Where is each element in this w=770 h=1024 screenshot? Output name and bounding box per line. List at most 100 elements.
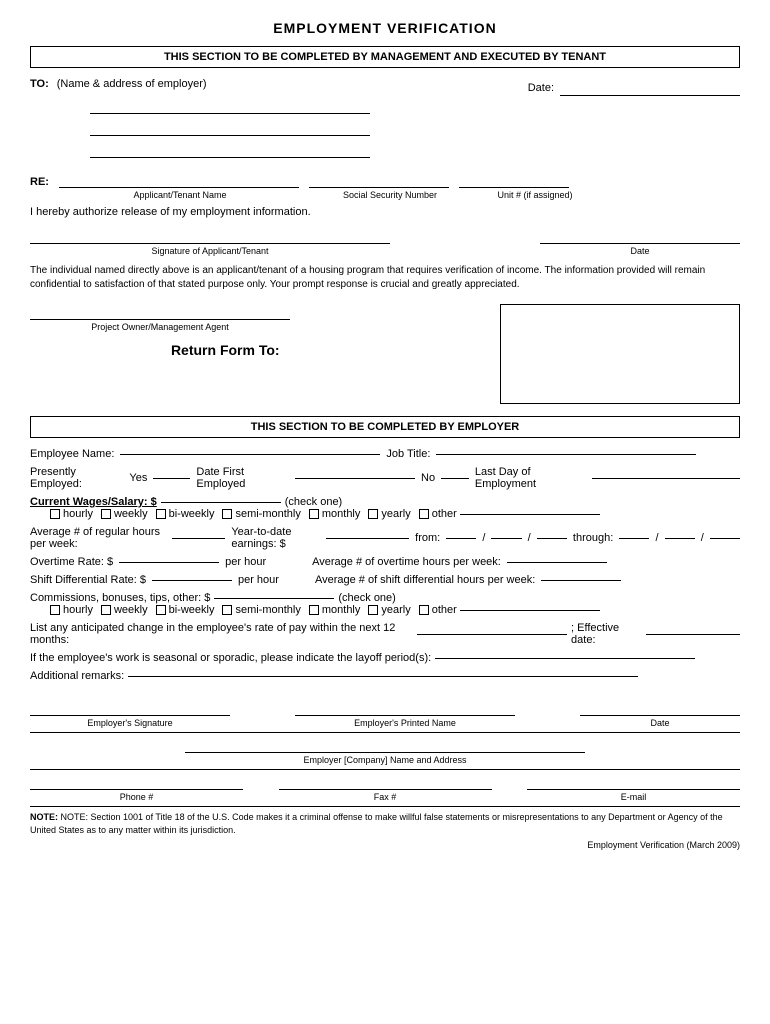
other-wages-field[interactable] (460, 514, 600, 515)
shift-hours-field[interactable] (541, 580, 621, 581)
other-comm-field[interactable] (460, 610, 600, 611)
date-label: Date: (528, 82, 554, 94)
last-day-label: Last Day of Employment (475, 466, 586, 490)
current-wages-label: Current Wages/Salary: $ (30, 496, 157, 508)
unit-sub-label: Unit # (if assigned) (480, 190, 590, 200)
bi-weekly-label-2: bi-weekly (169, 604, 215, 616)
employer-date-line[interactable] (580, 700, 740, 716)
fax-field[interactable] (279, 774, 492, 790)
to-label: TO: (30, 78, 49, 90)
anticipated-field[interactable] (417, 634, 567, 635)
anticipated-label: List any anticipated change in the emplo… (30, 622, 413, 646)
weekly-label-2: weekly (114, 604, 148, 616)
phone-field[interactable] (30, 774, 243, 790)
re-ssn-field[interactable] (309, 172, 449, 188)
slash1: / (482, 532, 485, 544)
re-label: RE: (30, 176, 49, 188)
from-field3[interactable] (537, 538, 567, 539)
section1-header: THIS SECTION TO BE COMPLETED BY MANAGEME… (30, 46, 740, 68)
monthly-checkbox[interactable] (309, 509, 319, 519)
page-title: EMPLOYMENT VERIFICATION (30, 20, 740, 36)
weekly-checkbox[interactable] (101, 509, 111, 519)
hourly-label-2: hourly (63, 604, 93, 616)
through-field2[interactable] (665, 538, 695, 539)
per-hour-label-2: per hour (238, 574, 279, 586)
through-field3[interactable] (710, 538, 740, 539)
company-field[interactable] (185, 737, 585, 753)
section2-header: THIS SECTION TO BE COMPLETED BY EMPLOYER (30, 416, 740, 438)
seasonal-field[interactable] (435, 658, 695, 659)
return-box (500, 304, 740, 404)
info-text: The individual named directly above is a… (30, 264, 740, 292)
semi-monthly-checkbox-2[interactable] (222, 605, 232, 615)
avg-hours-field[interactable] (172, 538, 225, 539)
signature-field[interactable] (30, 228, 390, 244)
return-form-to: Return Form To: (30, 342, 421, 358)
yearly-label-2: yearly (381, 604, 410, 616)
job-title-label: Job Title: (386, 448, 430, 460)
hourly-checkbox-2[interactable] (50, 605, 60, 615)
avg-overtime-label: Average # of overtime hours per week: (312, 556, 501, 568)
comm-amount-field[interactable] (214, 598, 334, 599)
ytd-field[interactable] (326, 538, 409, 539)
other-comm-checkbox[interactable] (419, 605, 429, 615)
eff-date-field[interactable] (646, 634, 740, 635)
additional-field[interactable] (128, 676, 638, 677)
presently-employed-label: Presently Employed: (30, 466, 123, 490)
company-label: Employer [Company] Name and Address (30, 755, 740, 765)
check-one-label: (check one) (285, 496, 342, 508)
ot-rate-field[interactable] (119, 562, 219, 563)
bi-weekly-label: bi-weekly (169, 508, 215, 520)
re-unit-field[interactable] (459, 172, 569, 188)
semi-monthly-label-2: semi-monthly (235, 604, 300, 616)
sig-date-field[interactable] (540, 228, 740, 244)
from-field1[interactable] (446, 538, 476, 539)
yearly-checkbox[interactable] (368, 509, 378, 519)
weekly-checkbox-2[interactable] (101, 605, 111, 615)
address-line-2 (90, 120, 370, 136)
monthly-checkbox-2[interactable] (309, 605, 319, 615)
through-field1[interactable] (619, 538, 649, 539)
address-line-1 (90, 98, 370, 114)
re-name-field[interactable] (59, 172, 299, 188)
last-day-field[interactable] (592, 478, 740, 479)
name-address-label: (Name & address of employer) (57, 78, 207, 90)
date-sub-label: Date (540, 246, 740, 256)
no-field[interactable] (441, 478, 469, 479)
email-label: E-mail (621, 792, 647, 802)
yearly-label: yearly (381, 508, 410, 520)
hourly-checkbox[interactable] (50, 509, 60, 519)
employee-name-field[interactable] (120, 454, 380, 455)
job-title-field[interactable] (436, 454, 696, 455)
seasonal-label: If the employee's work is seasonal or sp… (30, 652, 431, 664)
semi-monthly-checkbox[interactable] (222, 509, 232, 519)
phone-label: Phone # (120, 792, 154, 802)
semi-monthly-label: semi-monthly (235, 508, 300, 520)
from-field2[interactable] (491, 538, 521, 539)
overtime-rate-label: Overtime Rate: $ (30, 556, 113, 568)
bi-weekly-checkbox-2[interactable] (156, 605, 166, 615)
additional-label: Additional remarks: (30, 670, 124, 682)
yes-field[interactable] (153, 478, 190, 479)
effective-date-label: ; Effective date: (571, 622, 642, 646)
yearly-checkbox-2[interactable] (368, 605, 378, 615)
date-field[interactable] (560, 80, 740, 96)
employer-printed-line[interactable] (295, 700, 515, 716)
employer-sig-line[interactable] (30, 700, 230, 716)
avg-hours-label: Average # of regular hours per week: (30, 526, 166, 550)
project-owner-line[interactable] (30, 304, 290, 320)
no-label: No (421, 472, 435, 484)
per-hour-label-1: per hour (225, 556, 266, 568)
project-owner-label: Project Owner/Management Agent (30, 322, 290, 332)
avg-shift-label: Average # of shift differential hours pe… (315, 574, 535, 586)
email-field[interactable] (527, 774, 740, 790)
fax-label: Fax # (374, 792, 397, 802)
ot-hours-field[interactable] (507, 562, 607, 563)
other-wages-checkbox[interactable] (419, 509, 429, 519)
check-one-label-2: (check one) (338, 592, 395, 604)
date-first-field[interactable] (295, 478, 415, 479)
wage-amount-field[interactable] (161, 502, 281, 503)
shift-rate-field[interactable] (152, 580, 232, 581)
through-label: through: (573, 532, 613, 544)
bi-weekly-checkbox[interactable] (156, 509, 166, 519)
